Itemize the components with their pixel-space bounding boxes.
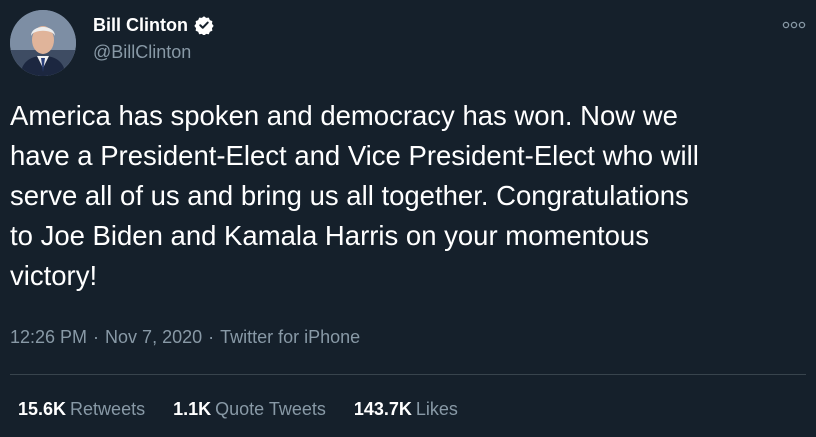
retweets-label: Retweets xyxy=(70,399,146,419)
separator: · xyxy=(208,327,215,347)
separator: · xyxy=(93,327,100,347)
quote-tweets-label: Quote Tweets xyxy=(215,399,326,419)
likes-stat[interactable]: 143.7K Likes xyxy=(354,397,458,421)
tweet-date[interactable]: Nov 7, 2020 xyxy=(105,327,202,347)
quote-tweets-stat[interactable]: 1.1K Quote Tweets xyxy=(173,397,326,421)
retweets-count: 15.6K xyxy=(18,399,67,419)
tweet-metadata: 12:26 PM · Nov 7, 2020 · Twitter for iPhone xyxy=(10,325,360,349)
quote-tweets-count: 1.1K xyxy=(173,399,212,419)
verified-badge-icon xyxy=(194,15,214,36)
avatar[interactable] xyxy=(10,10,76,76)
divider xyxy=(10,374,806,375)
tweet-header: Bill Clinton @BillClinton xyxy=(10,10,806,76)
tweet-source[interactable]: Twitter for iPhone xyxy=(220,327,360,347)
engagement-stats: 15.6K Retweets 1.1K Quote Tweets 143.7K Lik… xyxy=(18,397,486,421)
tweet-text: America has spoken and democracy has won… xyxy=(10,100,699,291)
author-name[interactable]: Bill Clinton xyxy=(93,13,188,37)
tweet-time[interactable]: 12:26 PM xyxy=(10,327,87,347)
likes-label: Likes xyxy=(415,399,458,419)
likes-count: 143.7K xyxy=(353,399,412,419)
author-info: Bill Clinton @BillClinton xyxy=(93,12,214,64)
author-handle[interactable]: @BillClinton xyxy=(93,40,214,64)
retweets-stat[interactable]: 15.6K Retweets xyxy=(18,397,145,421)
more-options-icon[interactable] xyxy=(782,18,806,32)
